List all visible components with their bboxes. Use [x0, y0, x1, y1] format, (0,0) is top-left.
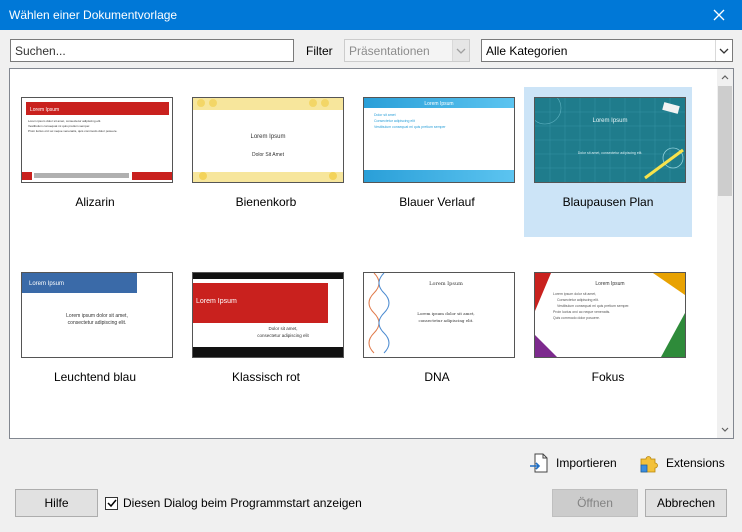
- thumb-line: Vestibulum consequat mi quis pretium sem…: [374, 125, 446, 129]
- thumb-title: Lorem Ipsum: [429, 281, 463, 287]
- template-label: Fokus: [591, 370, 625, 384]
- template-label: Blauer Verlauf: [399, 195, 475, 209]
- vertical-scrollbar[interactable]: [717, 69, 733, 438]
- extensions-button[interactable]: Extensions: [638, 451, 725, 475]
- template-label: Alizarin: [75, 195, 115, 209]
- template-blauer-verlauf[interactable]: Lorem Ipsum Dolor sit amet Consectetur a…: [353, 87, 521, 237]
- thumb-line: Lorem ipsum dolor sit amet,: [66, 313, 128, 319]
- thumb-line: Dolor sit amet: [374, 113, 396, 117]
- close-icon: [713, 9, 725, 21]
- template-label: DNA: [424, 370, 450, 384]
- help-label: Hilfe: [44, 496, 69, 510]
- template-alizarin[interactable]: Lorem Ipsum Lorem ipsum dolor sit amet, …: [11, 87, 179, 237]
- template-thumbnail: Lorem Ipsum Dolor Sit Amet: [192, 97, 344, 183]
- open-label: Öffnen: [577, 496, 613, 510]
- template-thumbnail: Lorem Ipsum Dolor sit amet Consectetur a…: [363, 97, 515, 183]
- thumb-title: Lorem Ipsum: [424, 101, 453, 107]
- thumb-line: consectetur adipiscing elit: [257, 333, 309, 338]
- thumb-title: Lorem Ipsum: [29, 281, 64, 287]
- chevron-down-icon: [452, 40, 469, 61]
- chevron-up-icon: [721, 75, 729, 80]
- checkmark-icon: [106, 499, 117, 508]
- import-button[interactable]: Importieren: [528, 451, 617, 475]
- template-label: Klassisch rot: [231, 370, 301, 384]
- cancel-label: Abbrechen: [656, 496, 716, 510]
- scroll-thumb[interactable]: [718, 86, 732, 196]
- show-on-start-label: Diesen Dialog beim Programmstart anzeige…: [123, 496, 362, 510]
- search-input[interactable]: [10, 39, 294, 62]
- template-klassisch-rot[interactable]: Lorem Ipsum Dolor sit amet, consectetur …: [182, 262, 350, 412]
- open-button[interactable]: Öffnen: [552, 489, 638, 517]
- thumb-line: Proin luctus orci ac neque venenatis, qu…: [28, 129, 118, 133]
- thumb-line: consectetur adipiscing elit.: [68, 320, 127, 326]
- template-thumbnail: Lorem Ipsum Lorem ipsum dolor sit amet, …: [534, 272, 686, 358]
- thumb-title: Lorem Ipsum: [595, 281, 624, 287]
- import-icon: [530, 453, 548, 473]
- document-type-value: Präsentationen: [349, 44, 430, 58]
- thumb-line: Consectetur adipiscing elit.: [557, 298, 599, 302]
- template-leuchtend-blau[interactable]: Lorem Ipsum Lorem ipsum dolor sit amet, …: [11, 262, 179, 412]
- template-thumbnail: Lorem Ipsum Lorem ipsum dolor sit amet, …: [21, 272, 173, 358]
- thumb-line: Quis commodo dolor posuere.: [553, 316, 600, 320]
- filter-label: Filter: [306, 44, 333, 58]
- template-thumbnail: Lorem Ipsum Lorem ipsum dolor sit amet, …: [21, 97, 173, 183]
- import-label: Importieren: [556, 456, 617, 470]
- document-type-select[interactable]: Präsentationen: [344, 39, 470, 62]
- thumb-title: Lorem Ipsum: [250, 134, 285, 140]
- thumb-subtitle: Dolor Sit Amet: [252, 152, 285, 158]
- close-button[interactable]: [696, 0, 742, 30]
- chevron-down-icon: [721, 427, 729, 432]
- thumb-line: Lorem ipsum dolor sit amet, consectetur …: [28, 119, 101, 123]
- thumb-title: Lorem Ipsum: [196, 298, 237, 305]
- thumb-line: consectetur adipiscing elit.: [418, 318, 473, 323]
- scroll-down-button[interactable]: [717, 421, 733, 438]
- show-on-start-row[interactable]: Diesen Dialog beim Programmstart anzeige…: [105, 495, 362, 511]
- template-label: Bienenkorb: [235, 195, 297, 209]
- scroll-up-button[interactable]: [717, 69, 733, 86]
- thumb-subtitle: Dolor sit amet, consectetur adipiscing e…: [578, 151, 643, 155]
- help-button[interactable]: Hilfe: [15, 489, 98, 517]
- cancel-button[interactable]: Abbrechen: [645, 489, 727, 517]
- template-thumbnail: Lorem Ipsum Lorem ipsum dolor sit amet, …: [363, 272, 515, 358]
- title-bar: Wählen einer Dokumentvorlage: [0, 0, 742, 30]
- chevron-down-icon: [715, 40, 732, 61]
- thumb-line: Lorem ipsum dolor sit amet,: [553, 292, 596, 296]
- thumb-line: Vestibulum consequat mi quis pretium sem…: [557, 304, 629, 308]
- thumb-line: Lorem ipsum dolor sit amet,: [417, 311, 474, 316]
- template-thumbnail: Lorem Ipsum Dolor sit amet, consectetur …: [534, 97, 686, 183]
- template-thumbnail: Lorem Ipsum Dolor sit amet, consectetur …: [192, 272, 344, 358]
- thumb-line: Proin luctus orci ac neque venenatis.: [553, 310, 610, 314]
- thumb-title: Lorem Ipsum: [30, 107, 59, 113]
- template-label: Leuchtend blau: [53, 370, 137, 384]
- template-label: Blaupausen Plan: [562, 195, 654, 209]
- template-dna[interactable]: Lorem Ipsum Lorem ipsum dolor sit amet, …: [353, 262, 521, 412]
- thumb-line: Dolor sit amet,: [268, 326, 297, 331]
- template-bienenkorb[interactable]: Lorem Ipsum Dolor Sit Amet Bienenkorb: [182, 87, 350, 237]
- puzzle-icon: [640, 456, 658, 473]
- extensions-label: Extensions: [666, 456, 725, 470]
- show-on-start-checkbox[interactable]: [105, 496, 118, 510]
- thumb-line: Vestibulum consequat mi quis pretium sem…: [28, 124, 90, 128]
- template-fokus[interactable]: Lorem Ipsum Lorem ipsum dolor sit amet, …: [524, 262, 692, 412]
- thumb-title: Lorem Ipsum: [592, 118, 627, 124]
- window-title: Wählen einer Dokumentvorlage: [9, 8, 178, 22]
- category-value: Alle Kategorien: [486, 44, 568, 58]
- category-select[interactable]: Alle Kategorien: [481, 39, 733, 62]
- template-gallery: Lorem Ipsum Lorem ipsum dolor sit amet, …: [9, 68, 734, 439]
- thumb-line: Consectetur adipiscing elit: [374, 119, 415, 123]
- template-blaupausen-plan[interactable]: Lorem Ipsum Dolor sit amet, consectetur …: [524, 87, 692, 237]
